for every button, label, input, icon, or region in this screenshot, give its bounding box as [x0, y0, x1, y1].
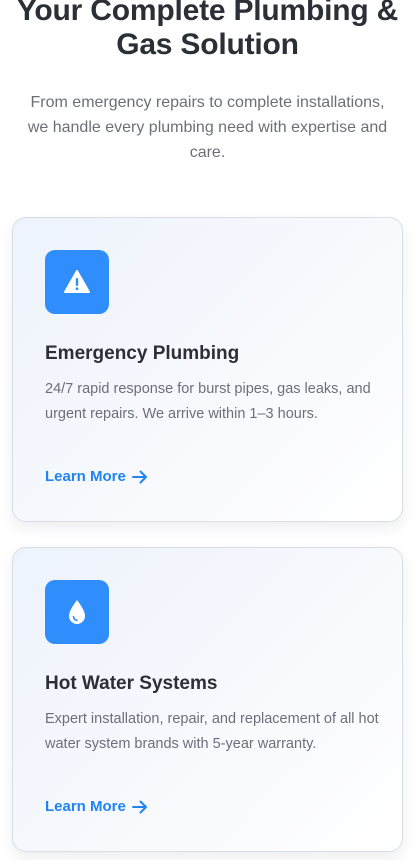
water-drop-icon	[45, 580, 109, 644]
section-title-line-2: Gas Solution	[116, 28, 299, 61]
section-subtitle: From emergency repairs to complete insta…	[27, 94, 388, 161]
arrow-right-icon	[131, 470, 148, 484]
warning-icon	[45, 250, 109, 314]
service-card-title: Hot Water Systems	[45, 673, 218, 694]
arrow-right-icon	[131, 800, 148, 814]
service-card-description: 24/7 rapid response for burst pipes, gas…	[45, 381, 371, 422]
service-card-hot-water-systems: Hot Water Systems Expert installation, r…	[12, 547, 403, 852]
learn-more-label: Learn More	[45, 798, 126, 815]
service-card-emergency-plumbing: Emergency Plumbing 24/7 rapid response f…	[12, 217, 403, 522]
learn-more-link[interactable]: Learn More	[45, 798, 148, 815]
learn-more-link[interactable]: Learn More	[45, 468, 148, 485]
section-title: Your Complete Plumbing & Gas Solution	[0, 0, 415, 62]
services-section: Your Complete Plumbing & Gas Solution Fr…	[0, 0, 415, 860]
learn-more-label: Learn More	[45, 468, 126, 485]
section-title-line-1: Your Complete Plumbing &	[16, 0, 399, 27]
service-card-description: Expert installation, repair, and replace…	[45, 711, 379, 752]
service-card-title: Emergency Plumbing	[45, 343, 240, 364]
